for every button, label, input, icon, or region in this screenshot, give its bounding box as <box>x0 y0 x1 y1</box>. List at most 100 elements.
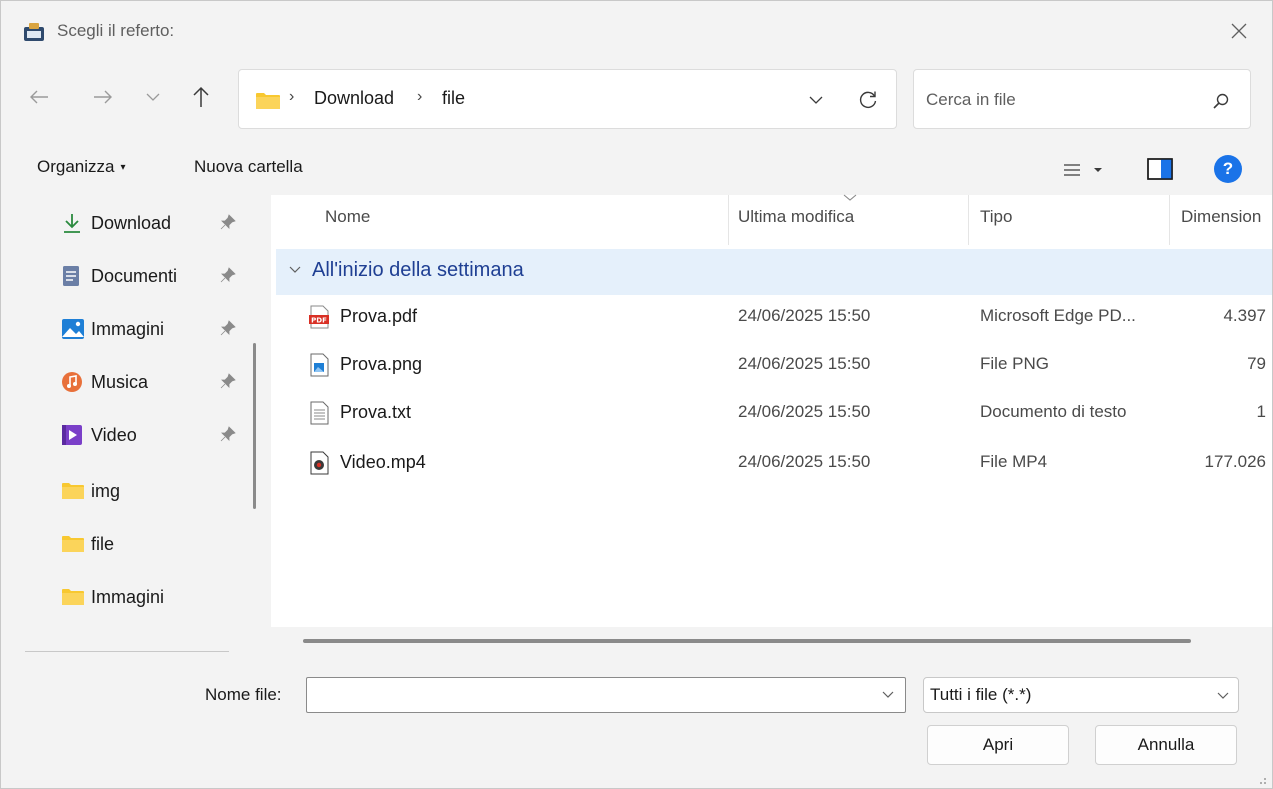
video-icon <box>61 423 91 447</box>
sidebar-item-label: Immagini <box>91 318 165 339</box>
cancel-button[interactable]: Annulla <box>1095 725 1237 765</box>
file-date: 24/06/2025 15:50 <box>738 354 871 373</box>
file-type-filter-value: Tutti i file (*.*) <box>930 685 1032 704</box>
sidebar-item-label: Video <box>91 424 137 445</box>
documents-icon <box>61 264 91 288</box>
refresh-button[interactable] <box>851 84 885 116</box>
recent-locations-button[interactable] <box>135 77 171 117</box>
sidebar-item-label: Download <box>91 212 172 233</box>
file-list: Nome Ultima modifica Tipo Dimension All'… <box>271 194 1272 655</box>
file-row-prova-png[interactable]: Prova.png 24/06/2025 15:50 File PNG 79 <box>276 343 1272 389</box>
file-type-filter[interactable]: Tutti i file (*.*) <box>923 677 1239 713</box>
up-button[interactable] <box>183 77 219 117</box>
chevron-down-icon <box>1217 692 1229 699</box>
pin-icon <box>220 373 236 389</box>
sidebar-item-file[interactable]: file <box>61 524 251 564</box>
open-button[interactable]: Apri <box>927 725 1069 765</box>
column-divider[interactable] <box>728 195 729 245</box>
file-size: 4.397 <box>1223 306 1266 325</box>
file-type: Microsoft Edge PD... <box>980 306 1136 325</box>
organize-label: Organizza <box>37 157 115 176</box>
file-size: 79 <box>1247 354 1266 373</box>
file-name: Prova.pdf <box>340 306 418 326</box>
forward-button[interactable] <box>85 77 121 117</box>
file-date: 24/06/2025 15:50 <box>738 452 871 471</box>
sidebar-item-download[interactable]: Download <box>61 203 251 243</box>
file-row-prova-pdf[interactable]: PDF Prova.pdf 24/06/2025 15:50 Microsoft… <box>276 295 1272 341</box>
address-segment-download[interactable]: Download <box>314 88 394 109</box>
folder-icon <box>61 479 91 503</box>
music-icon <box>61 370 91 394</box>
file-date: 24/06/2025 15:50 <box>738 402 871 421</box>
column-header-type[interactable]: Tipo <box>980 207 1012 227</box>
navigation-bar: › Download › file <box>1 63 1272 143</box>
pin-icon <box>220 320 236 336</box>
title-bar: Scegli il referto: <box>1 1 1272 63</box>
file-name: Prova.txt <box>340 402 412 422</box>
sort-indicator-icon <box>843 194 857 201</box>
refresh-icon <box>859 91 877 109</box>
sidebar-item-musica[interactable]: Musica <box>61 362 251 402</box>
sidebar-item-label: Musica <box>91 371 149 392</box>
file-row-video-mp4[interactable]: Video.mp4 24/06/2025 15:50 File MP4 177.… <box>276 441 1272 487</box>
file-open-dialog: Scegli il referto: › Download › file Cer… <box>0 0 1273 789</box>
text-file-icon <box>310 401 329 425</box>
search-box <box>913 69 1251 129</box>
group-header[interactable]: All'inizio della settimana <box>276 249 1272 295</box>
divider <box>25 651 229 652</box>
view-options-button[interactable] <box>1063 155 1123 185</box>
address-bar[interactable]: › Download › file <box>238 69 897 129</box>
sidebar-item-video[interactable]: Video <box>61 415 251 455</box>
search-icon[interactable] <box>1206 86 1236 116</box>
filename-input[interactable] <box>313 682 873 708</box>
chevron-down-icon <box>146 93 160 101</box>
sidebar-item-label: file <box>91 533 115 554</box>
pictures-icon <box>61 317 91 341</box>
column-header-size[interactable]: Dimension <box>1181 207 1261 227</box>
column-divider[interactable] <box>1169 195 1170 245</box>
close-button[interactable] <box>1219 11 1259 51</box>
new-folder-button[interactable]: Nuova cartella <box>194 157 303 177</box>
file-row-prova-txt[interactable]: Prova.txt 24/06/2025 15:50 Documento di … <box>276 391 1272 437</box>
window-title: Scegli il referto: <box>57 21 175 40</box>
group-label: All'inizio della settimana <box>312 259 524 281</box>
column-divider[interactable] <box>968 195 969 245</box>
image-file-icon <box>310 353 329 377</box>
file-name: Prova.png <box>340 354 423 374</box>
chevron-down-icon <box>809 96 823 104</box>
sidebar-item-immagini[interactable]: Immagini <box>61 309 251 349</box>
sidebar-item-img[interactable]: img <box>61 471 251 511</box>
chevron-down-icon[interactable] <box>881 688 895 702</box>
address-history-button[interactable] <box>799 84 833 116</box>
resize-grip-icon[interactable] <box>1253 771 1267 785</box>
caret-down-icon <box>1094 168 1102 172</box>
arrow-right-icon <box>94 90 112 104</box>
sidebar-item-documenti[interactable]: Documenti <box>61 256 251 296</box>
download-arrow-icon <box>61 211 91 235</box>
file-type: File MP4 <box>980 452 1048 471</box>
list-view-icon <box>1064 164 1080 176</box>
folder-icon <box>256 93 280 109</box>
folder-icon <box>61 532 91 556</box>
app-icon <box>24 23 44 41</box>
chevron-down-icon <box>289 266 301 273</box>
address-segment-file[interactable]: file <box>442 88 465 109</box>
preview-pane-icon[interactable] <box>1147 157 1173 181</box>
column-header-modified[interactable]: Ultima modifica <box>738 207 854 227</box>
filename-combobox[interactable] <box>306 677 906 713</box>
filename-label: Nome file: <box>205 685 282 704</box>
scrollbar-thumb[interactable] <box>303 639 1191 643</box>
close-icon <box>1231 23 1247 39</box>
sidebar-item-label: img <box>91 480 121 501</box>
organize-button[interactable]: Organizza ▾ <box>37 157 126 177</box>
pin-icon <box>220 214 236 230</box>
back-button[interactable] <box>21 77 57 117</box>
horizontal-scrollbar[interactable] <box>271 627 1272 655</box>
help-button[interactable]: ? <box>1214 155 1242 183</box>
sidebar-item-immagini-folder[interactable]: Immagini <box>61 577 251 617</box>
sidebar-scrollbar[interactable] <box>253 343 256 509</box>
file-name: Video.mp4 <box>340 452 426 472</box>
search-input[interactable] <box>926 86 1196 114</box>
column-header-name[interactable]: Nome <box>325 207 370 227</box>
file-type: File PNG <box>980 354 1049 373</box>
